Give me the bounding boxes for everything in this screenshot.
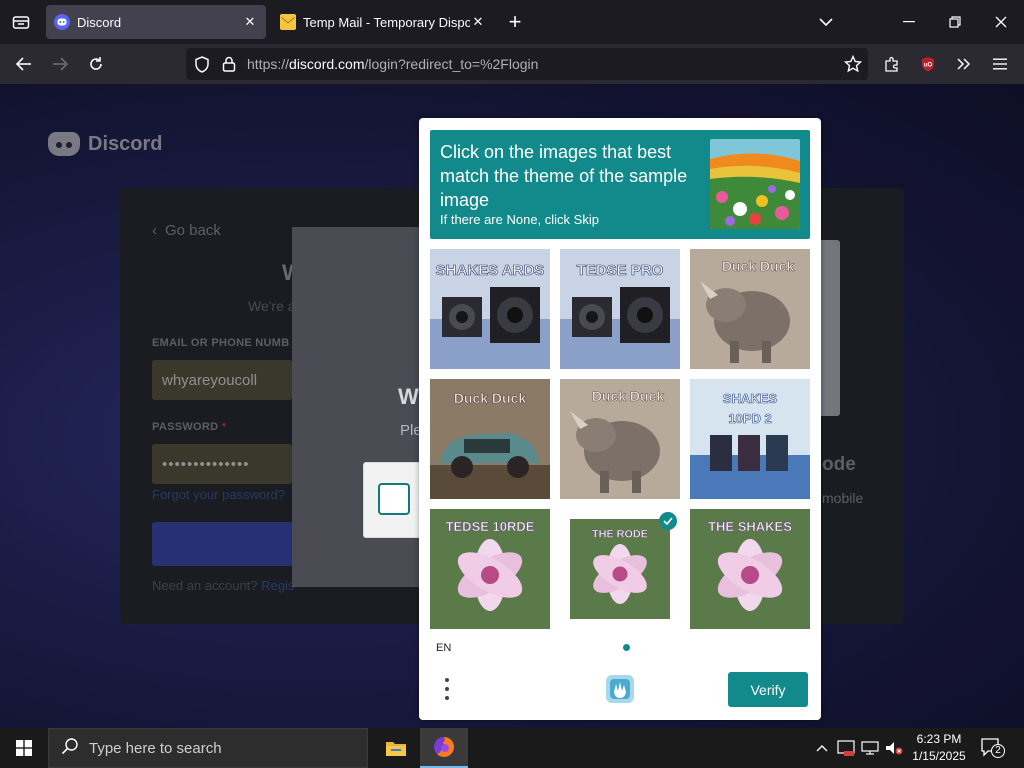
captcha-image-flower: TEDSE 10RDE bbox=[430, 509, 550, 629]
hcaptcha-logo-icon bbox=[603, 672, 637, 706]
svg-text:SHAKES: SHAKES bbox=[723, 391, 778, 406]
svg-text:uO: uO bbox=[924, 63, 933, 69]
tab-title: Discord bbox=[77, 14, 122, 30]
captcha-image-cell[interactable]: Duck Duck bbox=[430, 379, 550, 499]
close-icon[interactable]: ✕ bbox=[242, 14, 258, 30]
page-indicator-dot bbox=[623, 644, 630, 651]
hamburger-menu-icon[interactable] bbox=[986, 50, 1014, 78]
back-arrow-icon[interactable] bbox=[10, 50, 38, 78]
captcha-image-cell[interactable]: Duck Duck bbox=[560, 379, 680, 499]
captcha-image-speaker: TEDSE PRO bbox=[560, 249, 680, 369]
restore-icon[interactable] bbox=[940, 8, 970, 36]
captcha-header: Click on the images that best match the … bbox=[430, 130, 810, 239]
captcha-image-speaker: SHAKES ARDS bbox=[430, 249, 550, 369]
browser-nav-bar: https://discord.com/login?redirect_to=%2… bbox=[0, 44, 1024, 84]
notification-count: 2 bbox=[995, 745, 1001, 756]
chevron-down-icon[interactable] bbox=[811, 8, 841, 36]
lock-icon[interactable] bbox=[222, 56, 236, 77]
windows-taskbar: Type here to search 6:23 PM 1/15/2025 2 bbox=[0, 728, 1024, 768]
tab-list-icon[interactable] bbox=[6, 8, 36, 36]
captcha-image-poster: SHAKES 10PD 2 bbox=[690, 379, 810, 499]
language-selector[interactable]: EN bbox=[436, 642, 451, 654]
verify-button[interactable]: Verify bbox=[728, 672, 808, 707]
ublock-origin-icon[interactable]: uO bbox=[914, 50, 942, 78]
shield-icon[interactable] bbox=[194, 56, 210, 78]
network-icon[interactable] bbox=[860, 738, 880, 758]
notification-center-icon[interactable]: 2 bbox=[980, 736, 1006, 760]
svg-text:Duck Duck: Duck Duck bbox=[454, 390, 527, 406]
volume-muted-icon[interactable] bbox=[884, 738, 904, 758]
captcha-image-cell[interactable]: Duck Duck bbox=[690, 249, 810, 369]
captcha-image-rhino: Duck Duck bbox=[560, 379, 680, 499]
svg-text:Duck Duck: Duck Duck bbox=[722, 258, 795, 274]
search-icon bbox=[61, 737, 79, 760]
svg-text:TEDSE PRO: TEDSE PRO bbox=[577, 262, 664, 279]
svg-text:SHAKES ARDS: SHAKES ARDS bbox=[436, 262, 545, 279]
selected-check-icon bbox=[659, 512, 677, 530]
windows-start-icon[interactable] bbox=[0, 728, 48, 768]
captcha-image-car: Duck Duck bbox=[430, 379, 550, 499]
overflow-chevron-icon[interactable] bbox=[950, 50, 978, 78]
captcha-image-cell[interactable]: THE RODE bbox=[560, 509, 680, 629]
clock-date: 1/15/2025 bbox=[912, 749, 966, 763]
captcha-image-flower: THE SHAKES bbox=[690, 509, 810, 629]
search-placeholder: Type here to search bbox=[89, 739, 222, 757]
captcha-hint: If there are None, click Skip bbox=[440, 212, 599, 227]
close-icon[interactable]: ✕ bbox=[470, 14, 486, 30]
modal-title: W bbox=[398, 384, 419, 409]
minimize-icon[interactable] bbox=[894, 8, 924, 36]
firefox-taskbar-icon[interactable] bbox=[420, 728, 468, 768]
svg-text:THE SHAKES: THE SHAKES bbox=[708, 519, 792, 534]
captcha-image-rhino: Duck Duck bbox=[690, 249, 810, 369]
captcha-challenge: Click on the images that best match the … bbox=[419, 118, 821, 720]
hcaptcha-widget bbox=[363, 462, 423, 538]
captcha-image-cell[interactable]: TEDSE 10RDE bbox=[430, 509, 550, 629]
captcha-image-cell[interactable]: TEDSE PRO bbox=[560, 249, 680, 369]
tab-temp-mail[interactable]: Temp Mail - Temporary Disposa ✕ bbox=[272, 5, 494, 39]
hcaptcha-checkbox[interactable] bbox=[378, 483, 410, 515]
tab-title: Temp Mail - Temporary Disposa bbox=[303, 14, 470, 30]
extensions-puzzle-icon[interactable] bbox=[878, 50, 906, 78]
captcha-image-cell[interactable]: THE SHAKES bbox=[690, 509, 810, 629]
captcha-prompt: Click on the images that best match the … bbox=[440, 142, 688, 210]
svg-text:10PD 2: 10PD 2 bbox=[728, 411, 771, 426]
taskbar-clock[interactable]: 6:23 PM 1/15/2025 bbox=[906, 731, 972, 765]
bookmark-star-icon[interactable] bbox=[839, 50, 867, 78]
captcha-image-cell[interactable]: SHAKES 10PD 2 bbox=[690, 379, 810, 499]
clock-time: 6:23 PM bbox=[916, 732, 962, 746]
forward-arrow-icon[interactable] bbox=[46, 50, 74, 78]
discord-icon bbox=[54, 14, 70, 30]
captcha-image-flower: THE RODE bbox=[570, 519, 670, 619]
chevron-up-icon[interactable] bbox=[812, 738, 832, 758]
svg-text:TEDSE 10RDE: TEDSE 10RDE bbox=[446, 519, 535, 534]
tab-discord[interactable]: Discord ✕ bbox=[46, 5, 266, 39]
svg-text:Duck Duck: Duck Duck bbox=[592, 388, 665, 404]
reload-icon[interactable] bbox=[82, 50, 110, 78]
url-bar[interactable]: https://discord.com/login?redirect_to=%2… bbox=[186, 48, 868, 80]
browser-tab-bar: Discord ✕ Temp Mail - Temporary Disposa … bbox=[0, 0, 1024, 44]
file-explorer-icon[interactable] bbox=[372, 728, 420, 768]
more-options-icon[interactable] bbox=[437, 674, 457, 704]
taskbar-search-input[interactable]: Type here to search bbox=[48, 728, 368, 768]
new-tab-plus-icon[interactable]: + bbox=[502, 8, 528, 36]
captcha-image-cell[interactable]: SHAKES ARDS bbox=[430, 249, 550, 369]
mail-envelope-icon bbox=[280, 14, 296, 30]
captcha-sample-image bbox=[710, 139, 800, 229]
security-warning-icon[interactable] bbox=[836, 738, 856, 758]
svg-text:THE RODE: THE RODE bbox=[592, 528, 648, 540]
close-window-icon[interactable] bbox=[986, 8, 1016, 36]
url-text: https://discord.com/login?redirect_to=%2… bbox=[247, 56, 539, 72]
